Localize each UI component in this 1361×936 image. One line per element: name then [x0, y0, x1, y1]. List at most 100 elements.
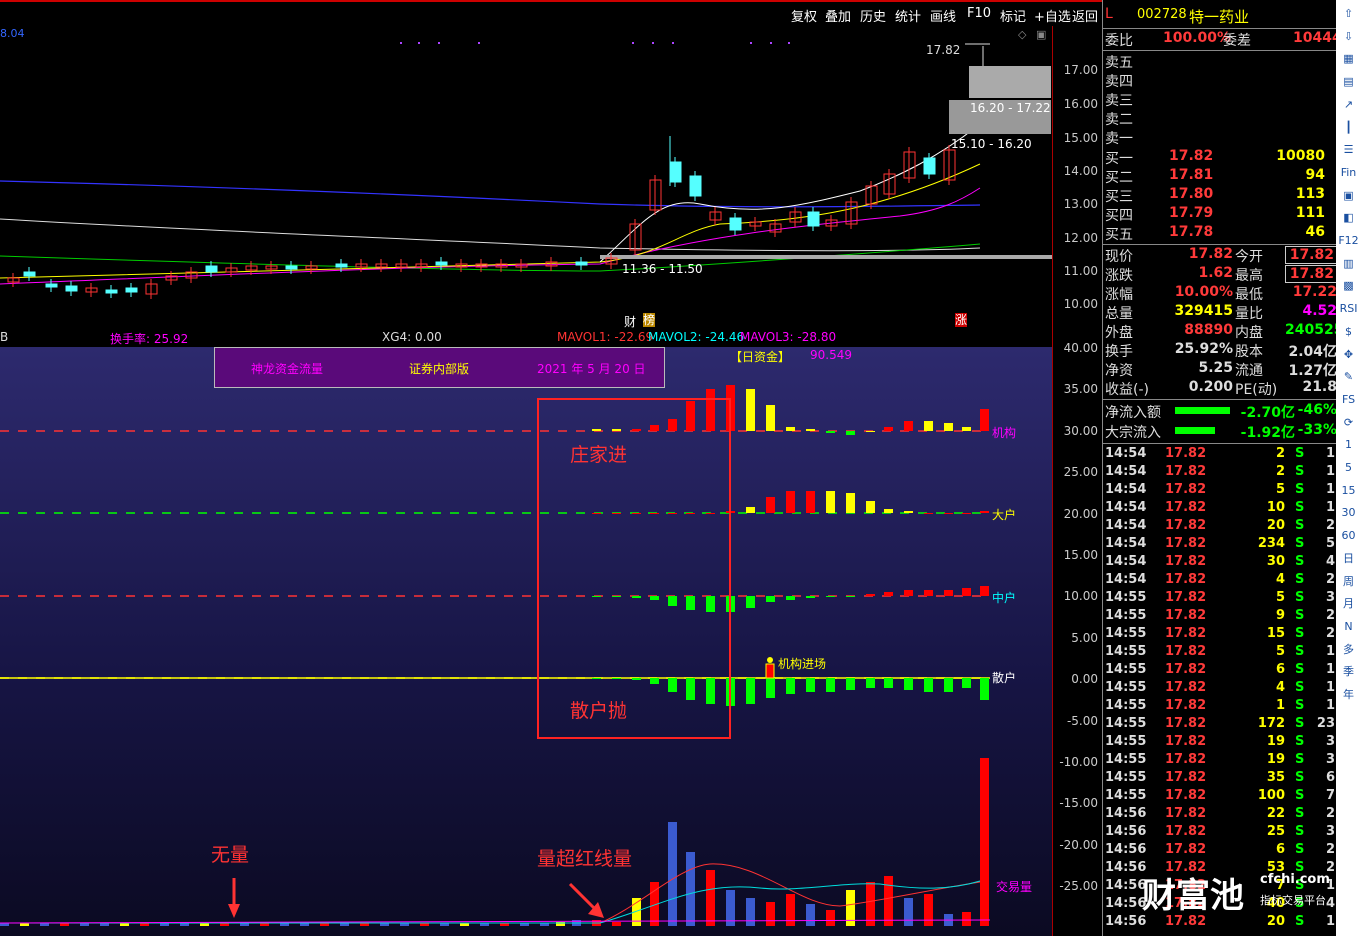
bid-row[interactable]: 买二 17.81 94 [1105, 167, 1325, 186]
zhang-marker[interactable]: 涨 [955, 313, 968, 327]
refresh-icon[interactable]: ⟳ [1338, 413, 1359, 432]
ask-row[interactable]: 卖一 [1105, 128, 1133, 147]
ask-row[interactable]: 卖四 [1105, 71, 1133, 90]
day-capital-value: 90.549 [810, 348, 852, 362]
rsi-icon[interactable]: RSI [1338, 299, 1359, 318]
period-multi-button[interactable]: 多 [1338, 640, 1359, 659]
candle-body-5 [105, 289, 118, 294]
bid-label: 买四 [1105, 208, 1133, 224]
candle-icon[interactable]: ┃ [1338, 118, 1359, 137]
move-icon[interactable]: ✥ [1338, 345, 1359, 364]
tick-row: 14:55 17.82 1 S 1 [1103, 698, 1337, 716]
jigou-bar-19 [962, 427, 971, 431]
tick-side: S [1295, 482, 1305, 497]
bang-marker[interactable]: 榜 [643, 313, 656, 327]
pen-icon[interactable]: ✎ [1338, 367, 1359, 386]
ask-row[interactable]: 卖三 [1105, 90, 1133, 109]
volume-bar-38 [746, 898, 755, 926]
draw-line-button[interactable]: 画线 [930, 6, 956, 25]
fs-icon[interactable]: FS [1338, 390, 1359, 409]
f10-button[interactable]: F10 [967, 6, 991, 21]
bid-volume: 113 [1295, 186, 1325, 202]
tick-count: 3 [1325, 734, 1335, 749]
bid-row[interactable]: 买三 17.80 113 [1105, 186, 1325, 205]
tick-side: S [1295, 680, 1305, 695]
window-icon[interactable]: ▣ [1036, 28, 1046, 41]
tick-time: 14:54 [1105, 536, 1147, 551]
dahu-bar-19 [962, 513, 971, 514]
grid-icon[interactable]: ▦ [1338, 49, 1359, 68]
tick-price: 17.82 [1165, 752, 1207, 767]
ask-row[interactable]: 卖五 [1105, 52, 1133, 71]
overlay-button[interactable]: 叠加 [825, 6, 851, 25]
fuquan-button[interactable]: 复权 [791, 6, 817, 25]
period-p5-button[interactable]: 5 [1338, 458, 1359, 477]
day-capital-tag: 【日资金】 [730, 350, 791, 364]
flow-axis-tick: -25.00 [1059, 879, 1098, 894]
tick-volume: 22 [1266, 806, 1285, 821]
back-button[interactable]: 返回 [1072, 6, 1098, 25]
candle-body-16 [335, 263, 348, 268]
page-icon[interactable]: ◧ [1338, 208, 1359, 227]
period-year-button[interactable]: 年 [1338, 685, 1359, 704]
tick-count: 2 [1325, 518, 1335, 533]
period-n-button[interactable]: N [1338, 617, 1359, 636]
top-dot-8 [770, 42, 772, 44]
list-icon[interactable]: ☰ [1338, 140, 1359, 159]
tick-time: 14:56 [1105, 860, 1147, 875]
period-p15-button[interactable]: 15 [1338, 481, 1359, 500]
stats-button[interactable]: 统计 [895, 6, 921, 25]
tick-count: 1 [1325, 500, 1335, 515]
tick-count: 1 [1325, 644, 1335, 659]
diamond-icon[interactable]: ◇ [1018, 28, 1026, 41]
bid-volume: 46 [1305, 224, 1325, 240]
f12-icon[interactable]: F12 [1338, 231, 1359, 250]
down-arrow-icon[interactable]: ⇩ [1338, 27, 1359, 46]
grid2-icon[interactable]: ▩ [1338, 276, 1359, 295]
tick-price: 17.82 [1165, 626, 1207, 641]
fin-icon[interactable]: Fin [1338, 163, 1359, 182]
history-button[interactable]: 历史 [860, 6, 886, 25]
doc-icon[interactable]: ▣ [1338, 186, 1359, 205]
tick-price: 17.82 [1165, 770, 1207, 785]
zhong-bar-17 [924, 590, 933, 596]
stat-value: 88890 [1184, 322, 1233, 338]
cai-marker[interactable]: 财 [624, 313, 636, 330]
netflow-label: 大宗流入 [1105, 425, 1161, 441]
line-chart-icon[interactable]: ↗ [1338, 95, 1359, 114]
table-icon[interactable]: ▤ [1338, 72, 1359, 91]
dahu-bar-8 [746, 507, 755, 513]
period-p30-button[interactable]: 30 [1338, 503, 1359, 522]
stock-code: 002728 [1137, 7, 1187, 22]
tick-side: S [1295, 608, 1305, 623]
indicator-left-label: B [0, 330, 9, 344]
tick-count: 1 [1325, 446, 1335, 461]
ask-row[interactable]: 卖二 [1105, 109, 1133, 128]
add-watchlist-button[interactable]: +自选 [1034, 6, 1071, 25]
period-day-button[interactable]: 日 [1338, 549, 1359, 568]
period-season-button[interactable]: 季 [1338, 662, 1359, 681]
up-arrow-icon[interactable]: ⇧ [1338, 4, 1359, 23]
mark-button[interactable]: 标记 [1000, 6, 1026, 25]
candle-body-32 [689, 175, 702, 197]
bid-row[interactable]: 买四 17.79 111 [1105, 205, 1325, 224]
flow-axis-tick: 20.00 [1063, 506, 1098, 521]
flow-axis-tick: -10.00 [1059, 755, 1098, 769]
flow-axis-tick: 40.00 [1063, 341, 1098, 355]
bid-row[interactable]: 买五 17.78 46 [1105, 224, 1325, 243]
chart-canvas[interactable] [0, 26, 1052, 936]
bars-icon[interactable]: ▥ [1338, 254, 1359, 273]
period-p60-button[interactable]: 60 [1338, 526, 1359, 545]
tick-time: 14:55 [1105, 716, 1147, 731]
sanhu-bar-17 [924, 678, 933, 692]
period-month-button[interactable]: 月 [1338, 594, 1359, 613]
sanhu-bar-9 [766, 678, 775, 698]
bid-row[interactable]: 买一 17.82 10080 [1105, 148, 1325, 167]
tick-side: S [1295, 752, 1305, 767]
period-p1-button[interactable]: 1 [1338, 435, 1359, 454]
zhong-bar-20 [980, 586, 989, 596]
dollar-icon[interactable]: $ [1338, 322, 1359, 341]
period-week-button[interactable]: 周 [1338, 572, 1359, 591]
tick-row: 14:55 17.82 15 S 2 [1103, 626, 1337, 644]
tick-price: 17.82 [1165, 734, 1207, 749]
